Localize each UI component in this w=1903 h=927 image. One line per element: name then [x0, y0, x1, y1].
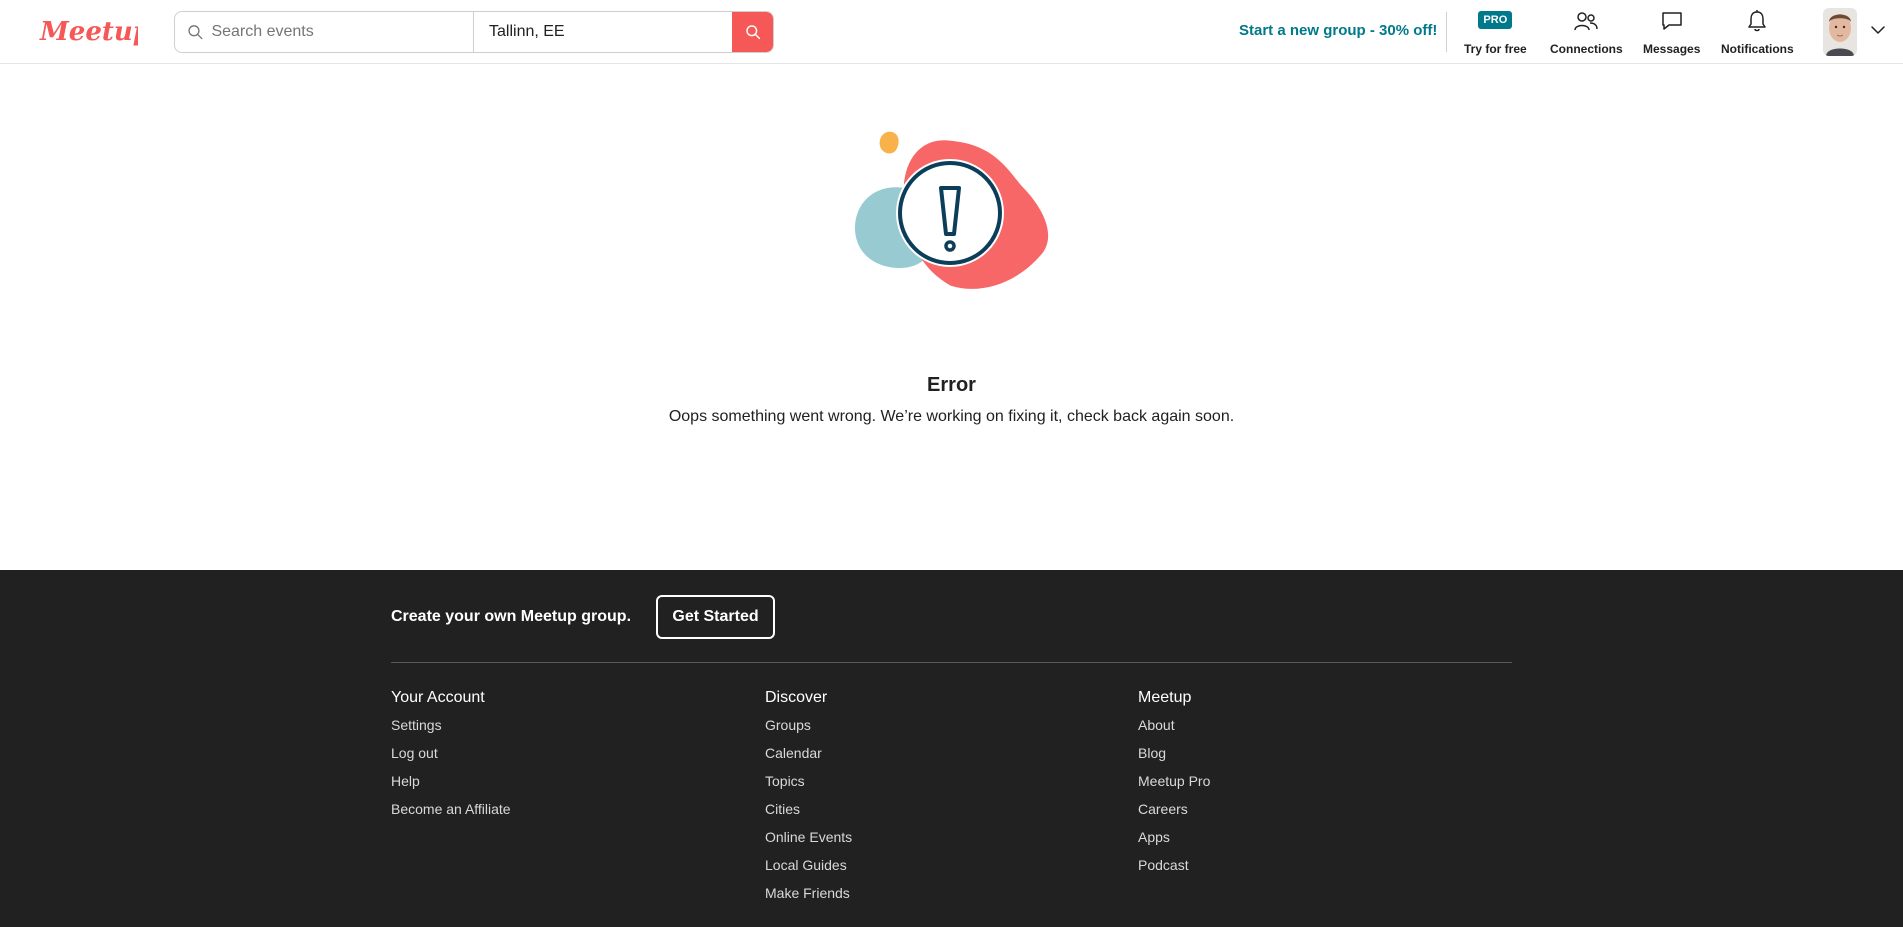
footer-link-calendar[interactable]: Calendar: [765, 743, 852, 771]
nav-connections-label: Connections: [1550, 42, 1623, 56]
nav-try-pro-label: Try for free: [1464, 42, 1527, 56]
search-submit-button[interactable]: [732, 12, 773, 52]
search-input[interactable]: [211, 23, 473, 41]
footer-link-local-guides[interactable]: Local Guides: [765, 855, 852, 883]
footer-link-affiliate[interactable]: Become an Affiliate: [391, 799, 511, 827]
footer-link-settings[interactable]: Settings: [391, 715, 511, 743]
footer-heading: Discover: [765, 689, 828, 706]
pro-badge: PRO: [1478, 11, 1513, 29]
chat-bubble-icon: [1659, 8, 1685, 34]
footer-link-make-friends[interactable]: Make Friends: [765, 883, 852, 911]
footer-link-cities[interactable]: Cities: [765, 799, 852, 827]
bell-icon: [1744, 8, 1770, 34]
footer-heading: Meetup: [1138, 689, 1192, 706]
nav-connections[interactable]: Connections: [1550, 8, 1623, 56]
footer-cta-text: Create your own Meetup group.: [391, 608, 632, 625]
search-icon: [188, 25, 203, 40]
footer-link-blog[interactable]: Blog: [1138, 743, 1210, 771]
footer-link-groups[interactable]: Groups: [765, 715, 852, 743]
get-started-button[interactable]: Get Started: [656, 595, 775, 639]
top-nav: Meetup Start a new group - 30% off! PRO …: [0, 0, 1903, 64]
nav-try-pro[interactable]: PRO Try for free: [1464, 8, 1527, 56]
chevron-down-icon[interactable]: [1870, 22, 1886, 38]
error-title: Error: [927, 374, 976, 396]
footer-link-topics[interactable]: Topics: [765, 771, 852, 799]
meetup-logo[interactable]: Meetup: [38, 12, 138, 52]
footer-column-meetup: Meetup About Blog Meetup Pro Careers App…: [1138, 689, 1210, 883]
svg-text:Meetup: Meetup: [39, 17, 138, 47]
location-input[interactable]: [489, 23, 732, 41]
people-icon: [1573, 8, 1599, 34]
error-illustration: [855, 131, 1049, 289]
footer-divider: [391, 662, 1512, 663]
start-group-promo-link[interactable]: Start a new group - 30% off!: [1239, 22, 1437, 39]
user-avatar[interactable]: [1823, 8, 1857, 56]
search-icon: [745, 25, 760, 40]
footer-link-apps[interactable]: Apps: [1138, 827, 1210, 855]
search-keyword-box: [175, 12, 474, 52]
footer-heading: Your Account: [391, 689, 485, 706]
footer-link-meetup-pro[interactable]: Meetup Pro: [1138, 771, 1210, 799]
nav-notifications[interactable]: Notifications: [1721, 8, 1794, 56]
footer: Create your own Meetup group. Get Starte…: [0, 570, 1903, 927]
search-bar: [174, 11, 774, 53]
footer-link-podcast[interactable]: Podcast: [1138, 855, 1210, 883]
footer-column-discover: Discover Groups Calendar Topics Cities O…: [765, 689, 852, 911]
nav-messages-label: Messages: [1643, 42, 1701, 56]
location-box: [474, 12, 732, 52]
footer-column-account: Your Account Settings Log out Help Becom…: [391, 689, 511, 827]
nav-notifications-label: Notifications: [1721, 42, 1794, 56]
nav-messages[interactable]: Messages: [1643, 8, 1700, 56]
footer-link-careers[interactable]: Careers: [1138, 799, 1210, 827]
footer-link-about[interactable]: About: [1138, 715, 1210, 743]
header-divider: [1446, 12, 1447, 52]
yellow-blob: [879, 131, 899, 154]
footer-link-logout[interactable]: Log out: [391, 743, 511, 771]
error-message: Oops something went wrong. We’re working…: [668, 408, 1235, 425]
footer-link-online-events[interactable]: Online Events: [765, 827, 852, 855]
footer-link-help[interactable]: Help: [391, 771, 511, 799]
